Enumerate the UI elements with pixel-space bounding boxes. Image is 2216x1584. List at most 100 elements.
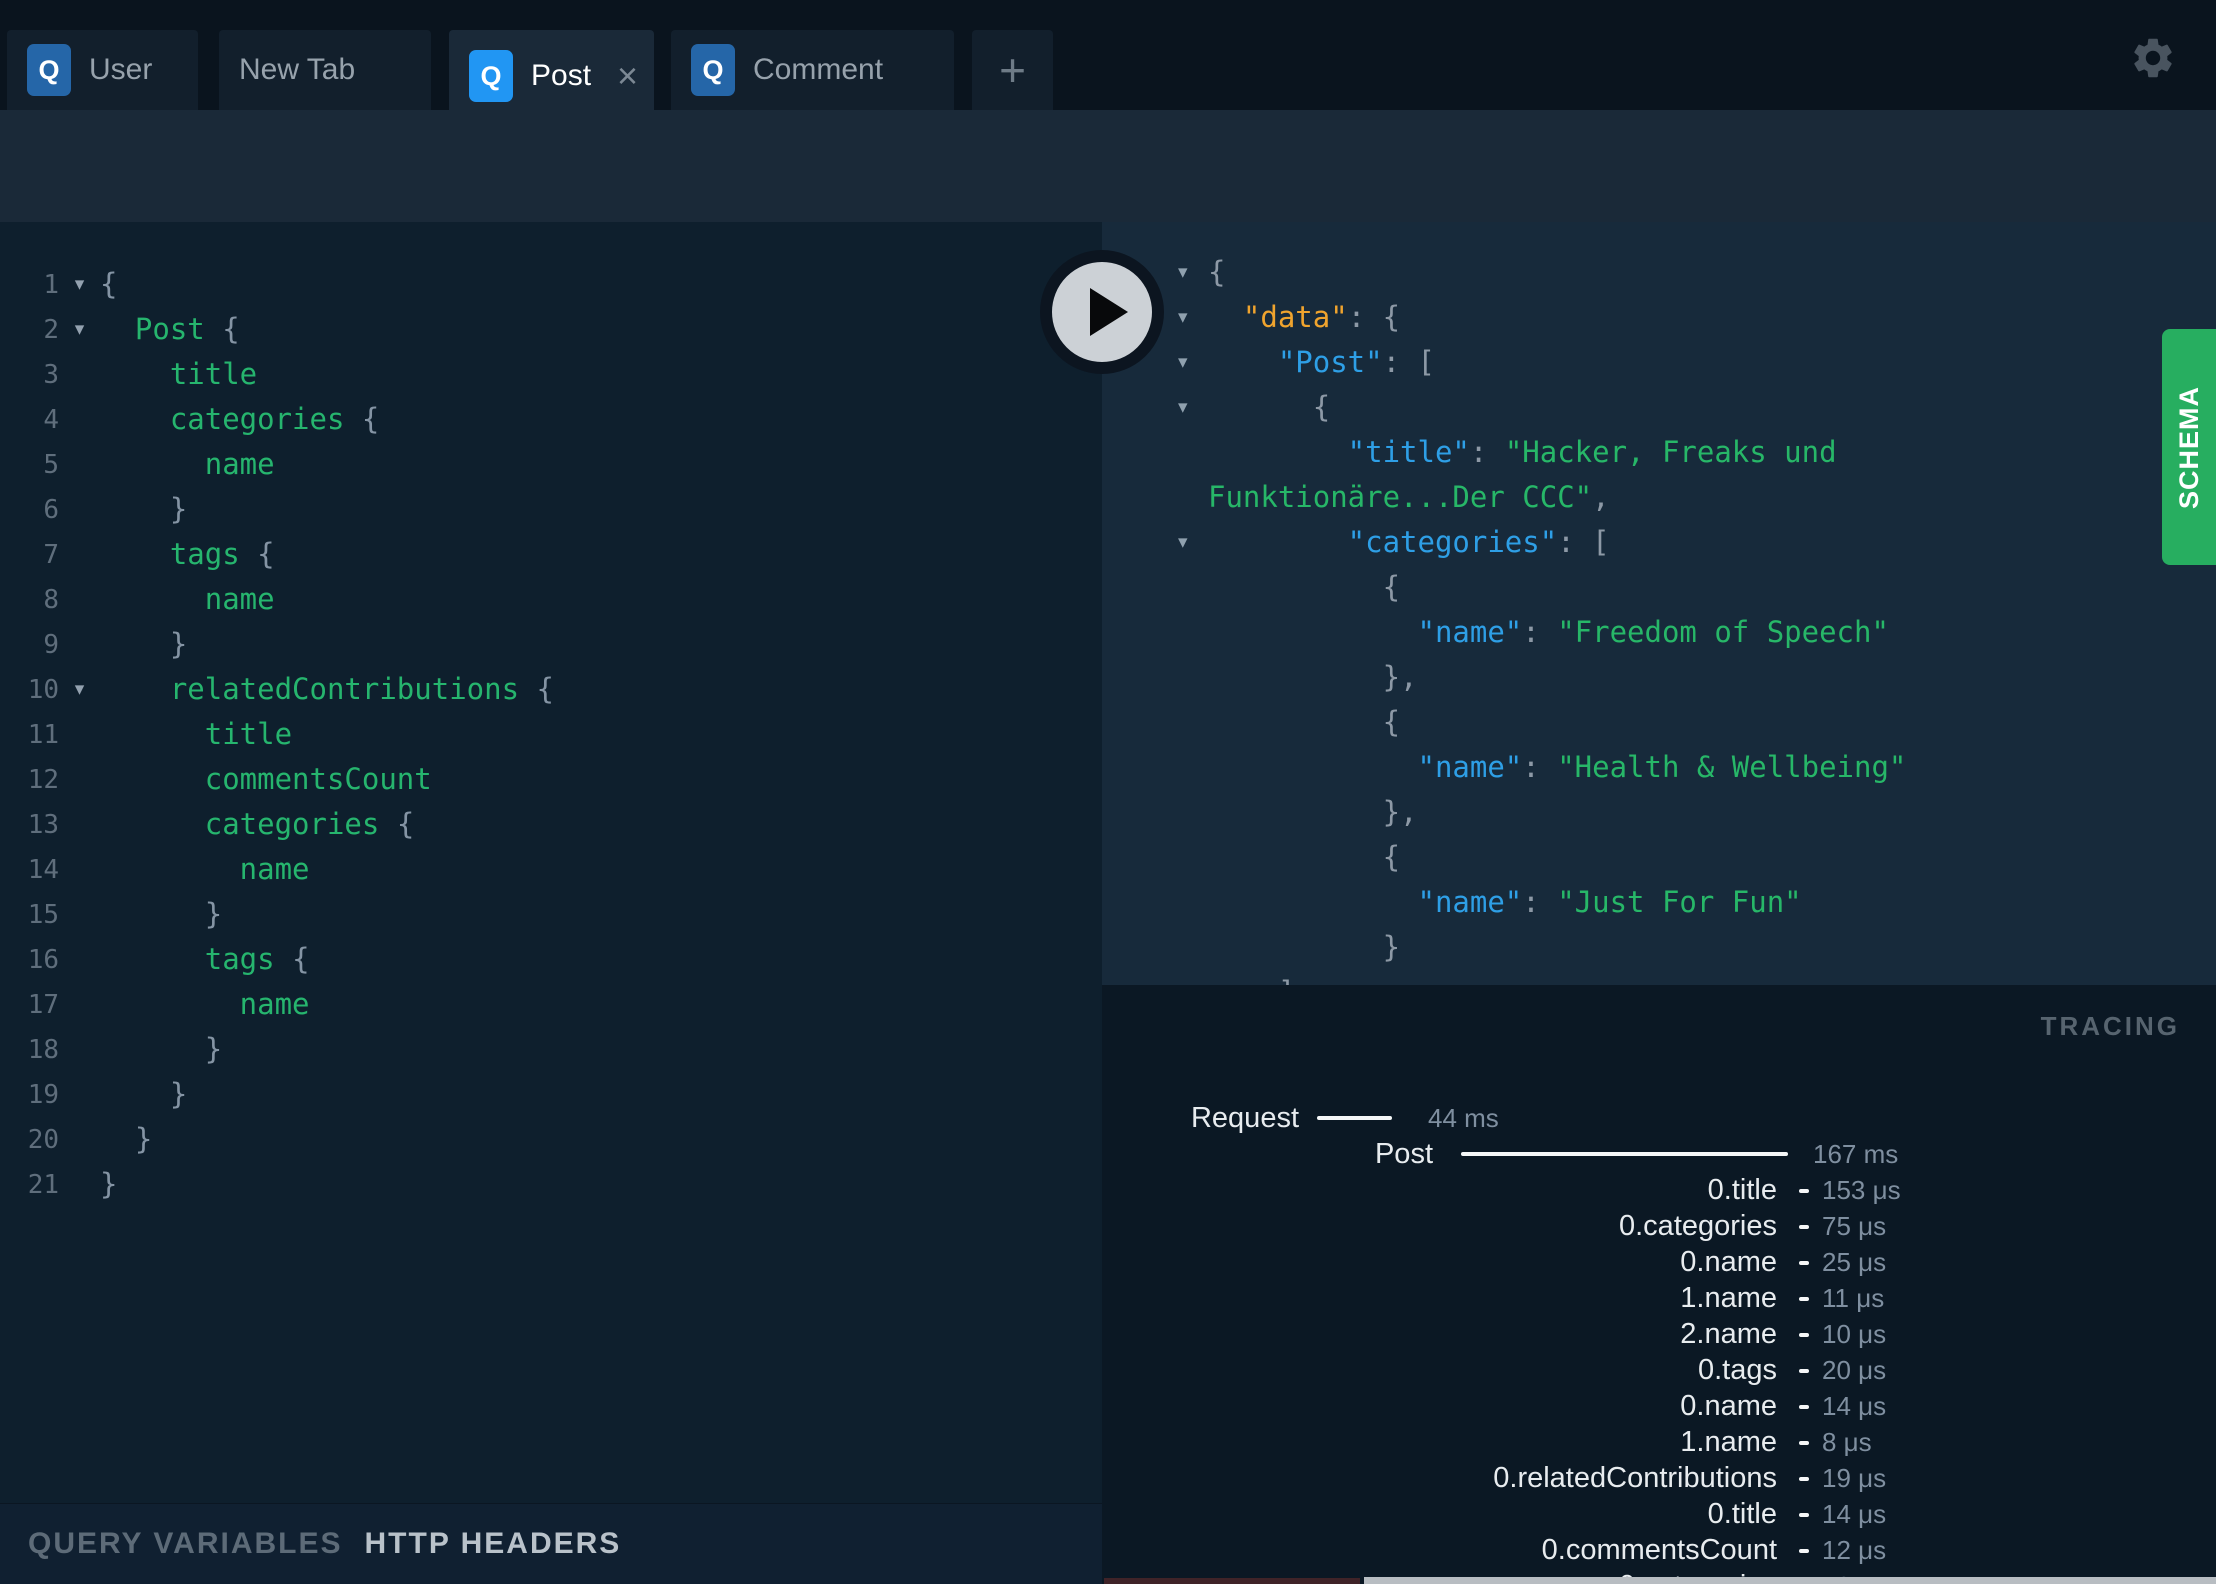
code-token: "Hacker, Freaks und xyxy=(1504,435,1837,469)
fold-arrow-icon[interactable]: ▾ xyxy=(1178,250,1208,295)
tracing-duration-bar xyxy=(1461,1152,1788,1156)
code-token: tags xyxy=(100,537,240,571)
toolbar: PRETTIFY HISTORY COPY CURL SHARE PLAYGRO… xyxy=(0,110,2216,321)
response-code: Funktionäre...Der CCC", xyxy=(1208,475,2216,520)
query-variables-tab[interactable]: QUERY VARIABLES xyxy=(28,1527,343,1561)
code-token: { xyxy=(344,402,380,436)
editor-line: 16 tags { xyxy=(0,937,1102,982)
code-token: "Post" xyxy=(1208,345,1383,379)
tracing-row-value: 19 μs xyxy=(1822,1463,1887,1493)
response-code: { xyxy=(1208,385,2216,430)
code-token: { xyxy=(379,807,415,841)
fold-arrow-icon[interactable]: ▾ xyxy=(59,273,100,296)
line-number: 13 xyxy=(27,809,59,840)
tracing-duration-dot xyxy=(1799,1297,1809,1301)
query-editor-pane[interactable]: 1 ▾{2 ▾ Post {3 title 4 categories {5 name 6… xyxy=(0,222,1102,1584)
tracing-row-value: 44 ms xyxy=(1428,1103,1499,1133)
code-token: { xyxy=(100,267,118,301)
line-number: 9 xyxy=(43,629,59,660)
editor-code: } xyxy=(100,622,187,667)
tracing-row-value: 25 μs xyxy=(1822,1247,1887,1277)
editor-code: commentsCount xyxy=(100,757,432,802)
tracing-duration-dot xyxy=(1799,1225,1809,1229)
editor-line: 18 } xyxy=(0,1027,1102,1072)
line-number: 10 xyxy=(27,674,59,705)
editor-line: 13 categories { xyxy=(0,802,1102,847)
tracing-row: 0.relatedContributions 19 μs xyxy=(1102,1460,2216,1496)
tracing-row-label: 0.categories xyxy=(1619,1210,1777,1242)
response-code: { xyxy=(1208,700,2216,745)
editor-code: } xyxy=(100,487,187,532)
editor-line: 21} xyxy=(0,1162,1102,1207)
editor-code: categories { xyxy=(100,802,415,847)
tab-label: Comment xyxy=(753,53,884,86)
http-headers-tab[interactable]: HTTP HEADERS xyxy=(365,1527,622,1561)
fold-arrow-icon[interactable]: ▾ xyxy=(1178,295,1208,340)
tracing-row-label: Request xyxy=(1190,1102,1299,1134)
editor-line: 10 ▾ relatedContributions { xyxy=(0,667,1102,712)
editor-line: 7 tags { xyxy=(0,532,1102,577)
tracing-duration-dot xyxy=(1799,1189,1809,1193)
code-token: commentsCount xyxy=(100,762,432,796)
query-badge: Q xyxy=(469,50,513,102)
tab-new-tab[interactable]: New Tab xyxy=(219,30,431,110)
clipped-text-remnant xyxy=(1104,1578,1360,1584)
schema-side-tab[interactable]: SCHEMA xyxy=(2162,329,2216,565)
tracing-duration-dot xyxy=(1799,1333,1809,1337)
response-code: { xyxy=(1208,250,2216,295)
response-line: "name": "Just For Fun" xyxy=(1102,880,2216,925)
tracing-row-value: 20 μs xyxy=(1822,1355,1887,1385)
code-token: , xyxy=(1592,480,1610,514)
fold-arrow-icon[interactable]: ▾ xyxy=(1178,520,1208,565)
tracing-duration-dot xyxy=(1799,1549,1809,1553)
tracing-row-value: 167 ms xyxy=(1813,1139,1899,1169)
fold-arrow-icon[interactable]: ▾ xyxy=(1178,385,1208,430)
line-number: 12 xyxy=(27,764,59,795)
code-token: { xyxy=(204,312,240,346)
close-tab-icon[interactable]: × xyxy=(617,58,638,94)
fold-arrow-icon[interactable]: ▾ xyxy=(1178,340,1208,385)
new-tab-button[interactable]: + xyxy=(972,30,1053,110)
editor-code: } xyxy=(100,1162,117,1207)
editor-code: relatedContributions { xyxy=(100,667,554,712)
tab-user[interactable]: Q User xyxy=(7,30,198,110)
editor-code: categories { xyxy=(100,397,380,442)
tracing-row-value: 11 μs xyxy=(1822,1283,1885,1313)
code-token: categories xyxy=(100,402,345,436)
line-number: 18 xyxy=(27,1034,59,1065)
code-token: "data" xyxy=(1208,300,1348,334)
response-line: "title": "Hacker, Freaks und xyxy=(1102,430,2216,475)
settings-gear-icon[interactable] xyxy=(2129,34,2177,82)
fold-arrow-icon[interactable]: ▾ xyxy=(59,678,100,701)
code-token: { xyxy=(274,942,310,976)
code-token: name xyxy=(100,447,275,481)
response-code: "Post": [ xyxy=(1208,340,2216,385)
code-token: "Health & Wellbeing" xyxy=(1557,750,1907,784)
response-line: Funktionäre...Der CCC", xyxy=(1102,475,2216,520)
response-code: "title": "Hacker, Freaks und xyxy=(1208,430,2216,475)
execute-query-button[interactable] xyxy=(1040,250,1164,374)
editor-code: name xyxy=(100,982,310,1027)
tab-comment[interactable]: Q Comment xyxy=(671,30,954,110)
response-line: { xyxy=(1102,565,2216,610)
line-number: 3 xyxy=(43,359,59,390)
response-line: "name": "Health & Wellbeing" xyxy=(1102,745,2216,790)
code-token: title xyxy=(100,717,293,751)
response-pane: ▾{▾ "data": {▾ "Post": [▾ { "title": "Ha… xyxy=(1102,222,2216,985)
code-token: "title" xyxy=(1208,435,1470,469)
code-token: }, xyxy=(1208,795,1418,829)
code-token: name xyxy=(100,852,310,886)
code-token: relatedContributions xyxy=(100,672,520,706)
line-number: 4 xyxy=(43,404,59,435)
fold-arrow-icon[interactable]: ▾ xyxy=(59,318,100,341)
editor-code: title xyxy=(100,352,257,397)
tab-post[interactable]: Q Post × xyxy=(449,30,654,122)
response-code: { xyxy=(1208,835,2216,880)
tab-label: Post xyxy=(531,59,592,92)
editor-code: { xyxy=(100,262,117,307)
editor-code: } xyxy=(100,1072,187,1117)
query-badge: Q xyxy=(691,44,735,96)
tab-label: User xyxy=(89,53,153,86)
horizontal-scrollbar[interactable] xyxy=(1364,1577,2216,1584)
code-token: : xyxy=(1469,435,1505,469)
